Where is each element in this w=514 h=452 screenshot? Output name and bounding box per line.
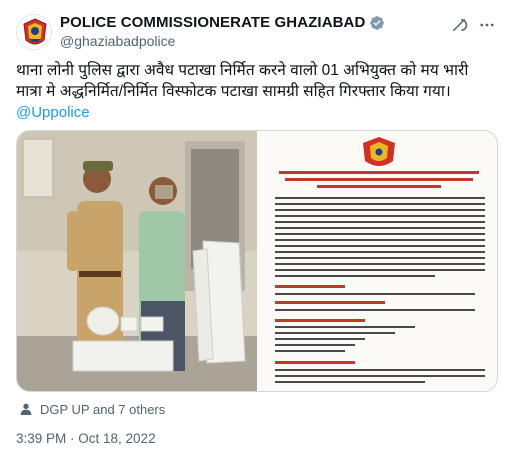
display-name[interactable]: POLICE COMMISSIONERATE GHAZIABAD [60,14,365,31]
up-police-emblem-icon [18,16,51,49]
tagged-users[interactable]: DGP UP and 7 others [18,401,165,417]
media-photo [17,131,497,391]
tweet-header: POLICE COMMISSIONERATE GHAZIABAD @ghazia… [16,12,498,52]
account-avatar[interactable] [16,14,52,50]
person-icon [20,403,32,415]
more-options-icon[interactable] [478,16,496,34]
verified-badge-icon [370,15,385,30]
tagged-users-label[interactable]: DGP UP and 7 others [40,402,165,417]
tweet-text: थाना लोनी पुलिस द्वारा अवैध पटाखा निर्मि… [16,62,469,100]
tweet-timestamp[interactable]: 3:39 PM · Oct 18, 2022 [16,431,156,446]
account-handle[interactable]: @ghaziabadpolice [60,33,175,49]
grok-icon[interactable] [450,16,468,34]
mention-link[interactable]: @Uppolice [16,104,90,121]
tweet-media[interactable] [16,130,498,392]
document-emblem-icon [363,137,395,166]
